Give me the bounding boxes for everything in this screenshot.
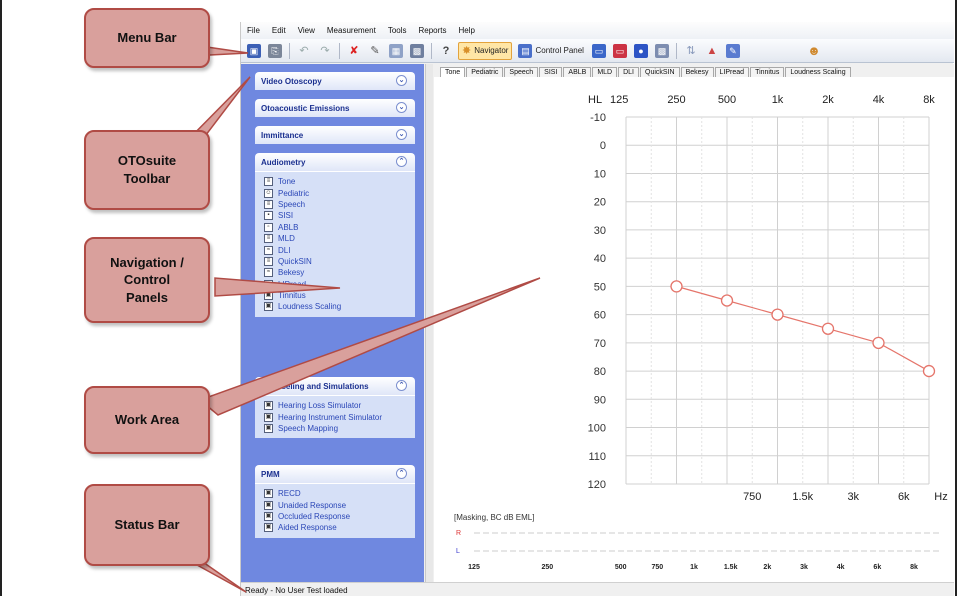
navigation-callout-text: Navigation / Control Panels bbox=[110, 254, 184, 305]
menu-bar-callout: Menu Bar bbox=[84, 8, 210, 68]
status-bar-callout-text: Status Bar bbox=[114, 517, 180, 533]
work-area-callout-text: Work Area bbox=[114, 412, 180, 428]
menu-bar-callout-text: Menu Bar bbox=[117, 30, 177, 46]
work-area-leader bbox=[198, 277, 541, 416]
status-bar-callout: Status Bar bbox=[84, 484, 210, 566]
toolbar-callout-text: OTOsuite Toolbar bbox=[117, 153, 177, 186]
toolbar-callout: OTOsuite Toolbar bbox=[84, 130, 210, 210]
work-area-callout: Work Area bbox=[84, 386, 210, 454]
navigation-callout: Navigation / Control Panels bbox=[84, 237, 210, 323]
navigation-leader bbox=[214, 277, 341, 297]
